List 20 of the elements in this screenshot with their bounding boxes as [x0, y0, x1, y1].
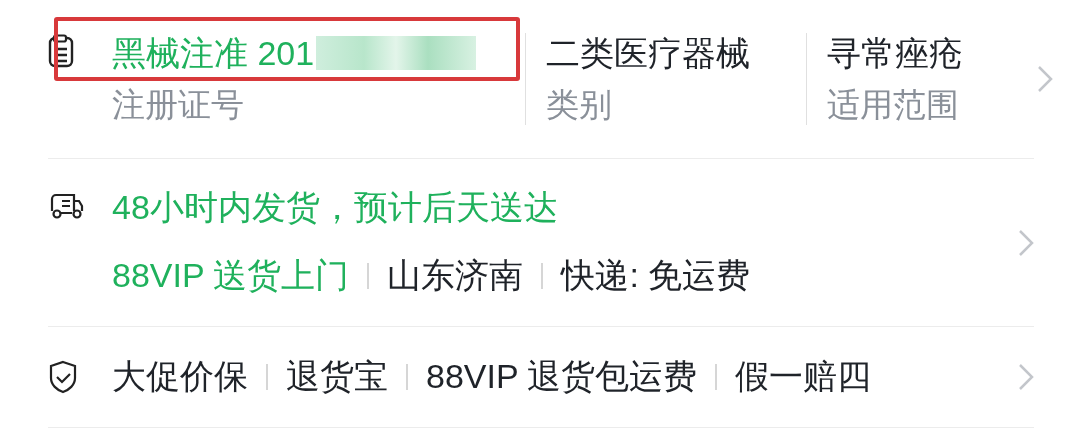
service-tag: 大促价保: [112, 354, 248, 400]
service-tag: 山东济南: [387, 252, 524, 299]
truck-icon: [48, 191, 84, 221]
chevron-icon[interactable]: [1018, 228, 1034, 257]
spec-label: 类别: [546, 85, 613, 125]
spec-value: 黑械注准 201: [112, 33, 525, 73]
service-tag: 88VIP 送货上门: [112, 252, 350, 299]
spec-value: 二类医疗器械: [546, 33, 751, 73]
delivery-estimate: 48小时内发货，预计后天送达: [112, 186, 559, 227]
document-icon: [48, 34, 74, 68]
spec-value: 寻常痤疮: [827, 33, 964, 73]
spec-label: 适用范围: [827, 85, 960, 125]
chevron-icon[interactable]: [1037, 65, 1053, 93]
service-tag: 退货宝: [286, 354, 388, 400]
service-tag: 假一赔四: [735, 354, 872, 400]
service-tag: 快递: 免运费: [561, 252, 751, 299]
shield-icon: [48, 360, 78, 394]
service-tag: 88VIP 退货包运费: [426, 354, 698, 400]
chevron-icon[interactable]: [1018, 363, 1034, 391]
spec-label: 注册证号: [112, 85, 245, 125]
